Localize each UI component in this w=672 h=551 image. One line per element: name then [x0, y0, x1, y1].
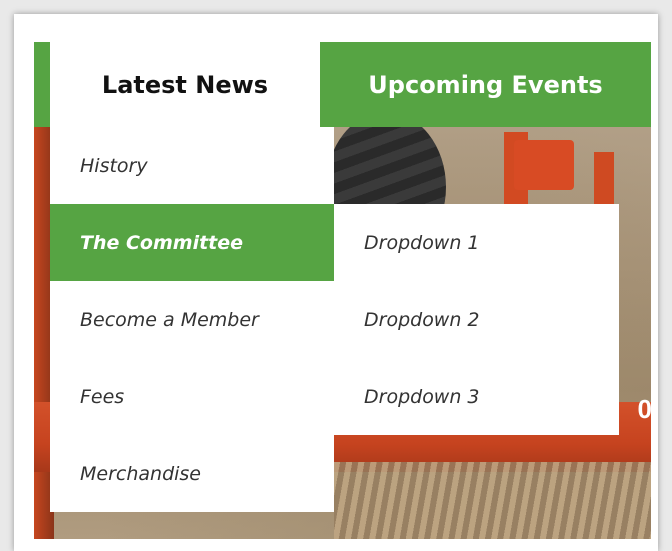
tab-latest-news[interactable]: Latest News — [50, 42, 320, 127]
soil-dust — [334, 462, 651, 539]
menu-item-history[interactable]: History — [50, 127, 334, 204]
menu-item-merchandise[interactable]: Merchandise — [50, 435, 334, 512]
menu-item-the-committee[interactable]: The Committee — [50, 204, 334, 281]
menu-item-become-a-member[interactable]: Become a Member — [50, 281, 334, 358]
tab-upcoming-events[interactable]: Upcoming Events — [320, 42, 651, 127]
machinery-head — [514, 140, 574, 190]
photo-overlay-text: 0 — [637, 394, 651, 424]
menu-item-fees[interactable]: Fees — [50, 358, 334, 435]
committee-submenu: Dropdown 1 Dropdown 2 Dropdown 3 — [334, 204, 619, 435]
submenu-item-dropdown-3[interactable]: Dropdown 3 — [334, 358, 619, 435]
submenu-item-dropdown-2[interactable]: Dropdown 2 — [334, 281, 619, 358]
latest-news-dropdown: History The Committee Become a Member Fe… — [50, 127, 334, 512]
submenu-item-dropdown-1[interactable]: Dropdown 1 — [334, 204, 619, 281]
green-edge-strip — [34, 42, 50, 127]
menu-widget-frame: 0 Latest News Upcoming Events History Th… — [14, 14, 658, 551]
